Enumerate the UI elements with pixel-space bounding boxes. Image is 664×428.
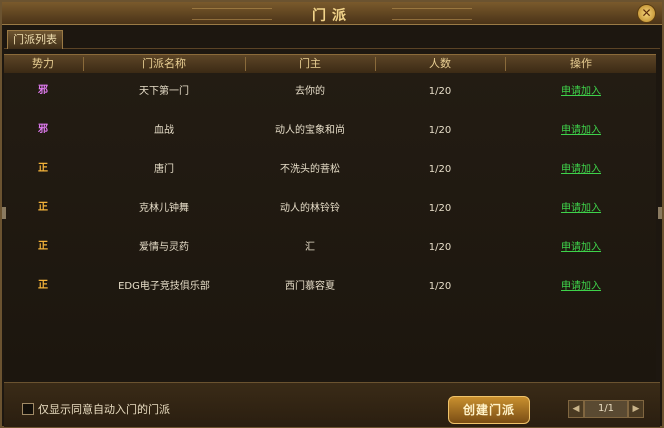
faction-cell: 正 <box>4 151 82 189</box>
faction-name: 克林儿钟舞 <box>139 203 189 214</box>
next-page-icon[interactable]: ▶ <box>628 400 644 418</box>
action-cell: 申请加入 <box>506 151 656 189</box>
table-header: 势力 门派名称 门主 人数 操作 <box>4 54 656 74</box>
table-row: 正 克林儿钟舞 动人的林铃铃 1/20 申请加入 <box>4 190 656 228</box>
right-edge-handle <box>658 207 662 219</box>
faction-table: 邪 天下第一门 去你的 1/20 申请加入 邪 血战 动人的宝象和尚 1/20 … <box>4 73 656 380</box>
faction-badge: 正 <box>38 280 48 291</box>
auto-join-checkbox[interactable] <box>22 403 34 415</box>
faction-badge: 正 <box>38 202 48 213</box>
table-row: 邪 天下第一门 去你的 1/20 申请加入 <box>4 73 656 111</box>
faction-window: 门派 ✕ 门派列表 势力 门派名称 门主 人数 操作 邪 天下第一门 去你的 1… <box>0 0 664 428</box>
member-count: 1/20 <box>428 164 452 175</box>
leader-name: 动人的宝象和尚 <box>275 125 345 136</box>
apply-join-link[interactable]: 申请加入 <box>561 242 601 253</box>
leader-name: 西门慕容夏 <box>285 281 335 292</box>
faction-name: 爱情与灵药 <box>139 242 189 253</box>
faction-name: 天下第一门 <box>139 86 189 97</box>
faction-name: 唐门 <box>154 164 174 175</box>
action-cell: 申请加入 <box>506 229 656 267</box>
faction-name: EDG电子竞技俱乐部 <box>118 281 210 292</box>
apply-join-link[interactable]: 申请加入 <box>561 86 601 97</box>
member-count: 1/20 <box>428 242 452 253</box>
faction-badge: 正 <box>38 163 48 174</box>
create-faction-button[interactable]: 创建门派 <box>448 396 530 424</box>
pagination: ◀ 1/1 ▶ <box>568 400 644 418</box>
table-row: 正 EDG电子竞技俱乐部 西门慕容夏 1/20 申请加入 <box>4 268 656 306</box>
action-cell: 申请加入 <box>506 73 656 111</box>
leader-name: 动人的林铃铃 <box>280 203 340 214</box>
leader-name: 不洗头的菩松 <box>280 164 340 175</box>
member-count: 1/20 <box>428 86 452 97</box>
faction-cell: 正 <box>4 229 82 267</box>
leader-name: 去你的 <box>295 86 325 97</box>
tab-row: 门派列表 <box>4 26 660 49</box>
table-row: 正 唐门 不洗头的菩松 1/20 申请加入 <box>4 151 656 189</box>
member-count: 1/20 <box>428 203 452 214</box>
col-action: 操作 <box>570 57 592 70</box>
leader-name: 汇 <box>305 242 315 253</box>
title-bar: 门派 ✕ <box>2 2 662 25</box>
faction-badge: 邪 <box>38 85 48 96</box>
page-indicator: 1/1 <box>584 400 628 418</box>
faction-cell: 邪 <box>4 73 82 111</box>
table-row: 正 爱情与灵药 汇 1/20 申请加入 <box>4 229 656 267</box>
table-row: 邪 血战 动人的宝象和尚 1/20 申请加入 <box>4 112 656 150</box>
col-members: 人数 <box>429 57 451 70</box>
close-icon[interactable]: ✕ <box>637 4 656 23</box>
faction-badge: 正 <box>38 241 48 252</box>
faction-cell: 正 <box>4 268 82 306</box>
col-faction: 势力 <box>32 57 54 70</box>
action-cell: 申请加入 <box>506 190 656 228</box>
auto-join-checkbox-label: 仅显示同意自动入门的门派 <box>38 403 170 416</box>
action-cell: 申请加入 <box>506 268 656 306</box>
tab-faction-list[interactable]: 门派列表 <box>7 30 63 49</box>
faction-cell: 邪 <box>4 112 82 150</box>
col-name: 门派名称 <box>142 57 186 70</box>
action-cell: 申请加入 <box>506 112 656 150</box>
apply-join-link[interactable]: 申请加入 <box>561 281 601 292</box>
window-title: 门派 <box>312 8 352 24</box>
faction-badge: 邪 <box>38 124 48 135</box>
member-count: 1/20 <box>428 125 452 136</box>
footer-bar: 仅显示同意自动入门的门派 创建门派 ◀ 1/1 ▶ <box>4 382 660 427</box>
left-edge-handle <box>2 207 6 219</box>
col-leader: 门主 <box>299 57 321 70</box>
prev-page-icon[interactable]: ◀ <box>568 400 584 418</box>
faction-name: 血战 <box>154 125 174 136</box>
apply-join-link[interactable]: 申请加入 <box>561 125 601 136</box>
faction-cell: 正 <box>4 190 82 228</box>
member-count: 1/20 <box>428 281 452 292</box>
apply-join-link[interactable]: 申请加入 <box>561 164 601 175</box>
apply-join-link[interactable]: 申请加入 <box>561 203 601 214</box>
